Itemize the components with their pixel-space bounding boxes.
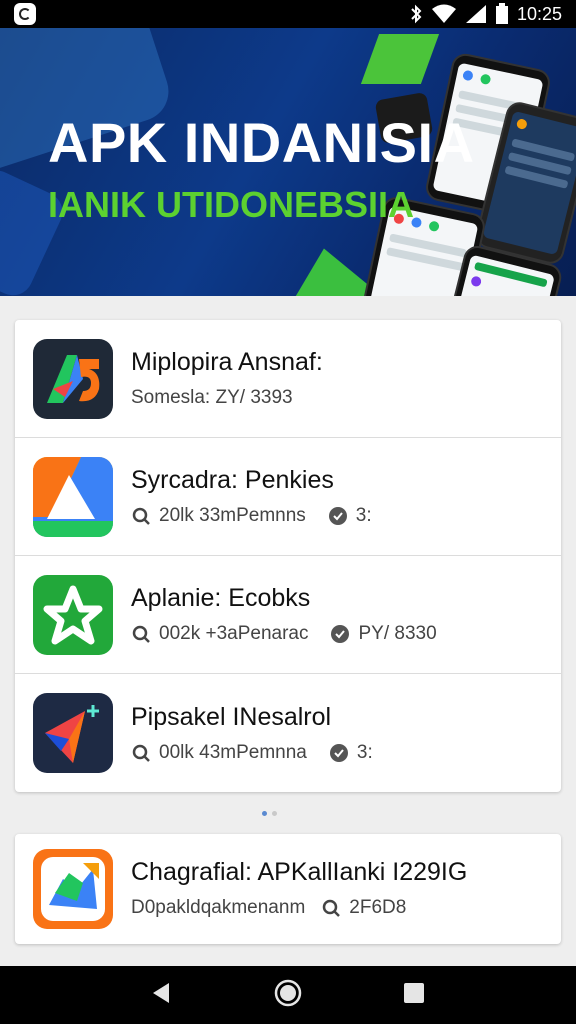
status-bar: 10:25 xyxy=(0,0,576,28)
search-icon xyxy=(131,506,151,526)
list-item[interactable]: Aplanie: Ecobks 002k +3aPenarac PY/ 8330 xyxy=(15,556,561,674)
app-meta-text: D0pakldqakmenanm xyxy=(131,897,306,918)
app-name: Chagrafial: APKallIanki I229IG xyxy=(131,858,468,886)
list-item[interactable]: Syrcadra: Penkies 20lk 33mPemnns 3: xyxy=(15,438,561,556)
bluetooth-icon xyxy=(409,4,423,24)
status-time: 10:25 xyxy=(516,3,562,24)
recents-icon[interactable] xyxy=(401,980,427,1011)
page-dot-active xyxy=(262,811,267,816)
app-list: Miplopira Ansnaf: Somesla: ZY/ 3393 Syrc… xyxy=(15,320,561,792)
badge-icon xyxy=(330,624,350,644)
triangle-drive-icon xyxy=(33,456,113,537)
badge-icon xyxy=(328,506,348,526)
banner-decor-shape xyxy=(360,34,440,84)
app-meta-extra: 3: xyxy=(356,741,373,763)
banner-title: APK INDANISIA xyxy=(48,111,475,174)
search-icon xyxy=(321,898,341,918)
list-item[interactable]: Miplopira Ansnaf: Somesla: ZY/ 3393 xyxy=(15,320,561,438)
back-icon[interactable] xyxy=(149,980,175,1011)
paper-plane-icon xyxy=(33,693,113,773)
badge-icon xyxy=(329,743,349,763)
home-icon[interactable] xyxy=(273,978,303,1013)
battery-icon xyxy=(495,3,509,25)
search-icon xyxy=(131,743,151,763)
app-meta-extra: 3: xyxy=(355,505,372,526)
app-meta-text: 20lk 33mPemnns xyxy=(159,505,306,526)
app-meta-extra: 2F6D8 xyxy=(349,897,407,918)
wifi-icon xyxy=(431,4,457,24)
app-name: Pipsakel INesalrol xyxy=(131,702,332,731)
green-star-icon xyxy=(33,574,113,655)
app-name: Aplanie: Ecobks xyxy=(131,584,311,612)
app-meta-text: 002k +3aPenarac xyxy=(159,623,309,644)
list-item[interactable]: Pipsakel INesalrol 00lk 43mPemnna 3: xyxy=(15,674,561,792)
page-dot xyxy=(272,811,277,816)
navigation-bar xyxy=(0,966,576,1024)
app-meta-extra: PY/ 8330 xyxy=(358,623,437,644)
app-notification-icon xyxy=(14,3,36,25)
banner-subtitle: IANIK UTIDONEBSIIA xyxy=(48,184,415,225)
featured-app-card[interactable]: Chagrafial: APKallIanki I229IG D0pakldqa… xyxy=(15,834,561,944)
app-name: Syrcadra: Penkies xyxy=(131,466,334,494)
app-meta-text: 00lk 43mPemnna xyxy=(159,741,307,763)
orange-map-icon xyxy=(33,849,113,929)
app-meta-text: Somesla: ZY/ 3393 xyxy=(131,387,293,408)
app-name: Miplopira Ansnaf: xyxy=(131,348,323,376)
signal-icon xyxy=(465,4,487,24)
stylized-a-icon xyxy=(33,338,113,419)
search-icon xyxy=(131,624,151,644)
promo-banner[interactable]: APK INDANISIA IANIK UTIDONEBSIIA xyxy=(0,28,576,296)
page-indicator xyxy=(262,811,277,816)
